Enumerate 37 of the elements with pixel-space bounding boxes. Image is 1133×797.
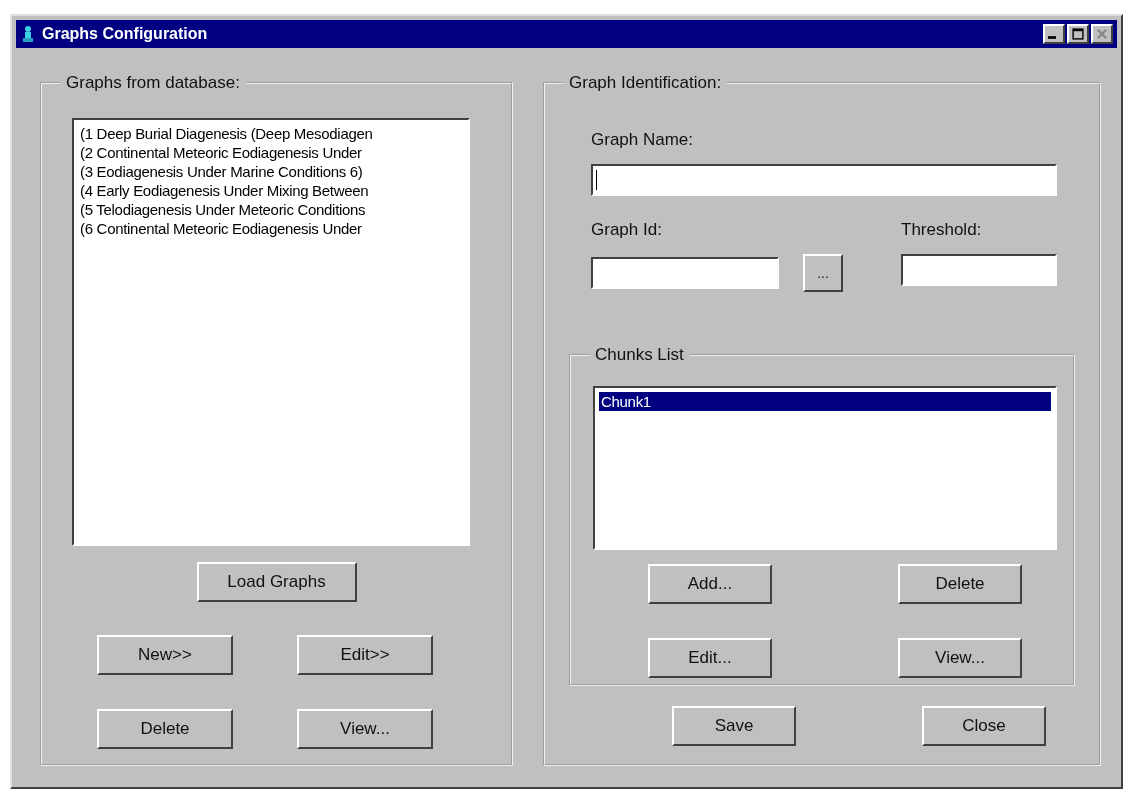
- field-label: Threshold:: [901, 220, 983, 240]
- close-icon: [1094, 27, 1110, 41]
- input-field[interactable]: [901, 254, 1057, 286]
- maximize-icon: [1070, 27, 1086, 41]
- figure-icon: [20, 25, 36, 43]
- input-field[interactable]: [591, 164, 1057, 196]
- action-button[interactable]: Edit>>: [297, 635, 433, 675]
- maximize-button[interactable]: [1067, 24, 1089, 44]
- action-button[interactable]: New>>: [97, 635, 233, 675]
- list-item[interactable]: (2 Continental Meteoric Eodiagenesis Under: [78, 143, 464, 162]
- close-button[interactable]: [1091, 24, 1113, 44]
- action-button[interactable]: View...: [297, 709, 433, 749]
- chunks-list[interactable]: Chunk1: [593, 386, 1057, 550]
- graphs-list[interactable]: [72, 118, 470, 546]
- action-button[interactable]: Delete: [97, 709, 233, 749]
- list-item[interactable]: (6 Continental Meteoric Eodiagenesis Under: [78, 219, 464, 238]
- list-item[interactable]: (3 Eodiagenesis Under Marine Conditions 6): [78, 162, 464, 181]
- load-graphs-button[interactable]: Load Graphs: [196, 562, 357, 602]
- action-button[interactable]: Save: [672, 706, 796, 746]
- action-button[interactable]: Edit...: [648, 638, 772, 678]
- list-item[interactable]: (5 Telodiagenesis Under Meteoric Conditions: [78, 200, 464, 219]
- minimize-icon: [1048, 36, 1056, 39]
- field-label: Graph Name:: [591, 130, 695, 150]
- action-button[interactable]: View...: [898, 638, 1022, 678]
- browse-button[interactable]: ...: [803, 254, 843, 292]
- minimize-button[interactable]: [1043, 24, 1065, 44]
- window-title: Graphs Configuration: [42, 25, 208, 43]
- input-field[interactable]: [591, 257, 779, 289]
- list-item[interactable]: (4 Early Eodiagenesis Under Mixing Between: [78, 181, 464, 200]
- action-button[interactable]: Close: [922, 706, 1046, 746]
- action-button[interactable]: Add...: [648, 564, 772, 604]
- list-item[interactable]: Chunk1: [599, 392, 1051, 411]
- list-item[interactable]: (1 Deep Burial Diagenesis (Deep Mesodiagen: [78, 124, 464, 143]
- action-button[interactable]: Delete: [898, 564, 1022, 604]
- field-label: Graph Id:: [591, 220, 663, 240]
- group-title: Graph Identification:: [563, 73, 728, 93]
- group-title: Graphs from database:: [60, 73, 246, 93]
